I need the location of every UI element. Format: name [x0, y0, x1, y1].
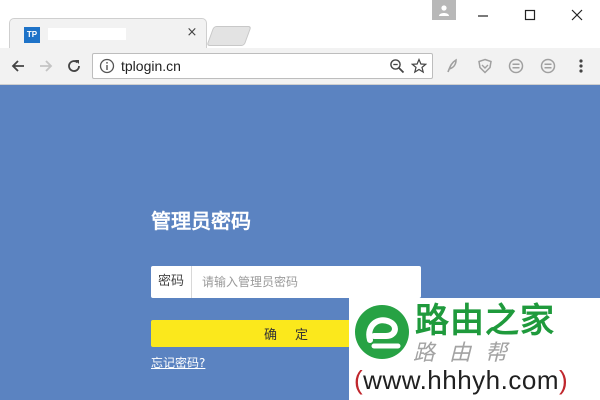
- back-button[interactable]: [8, 56, 28, 76]
- page-title: 管理员密码: [151, 209, 251, 233]
- extension-icon-1[interactable]: [507, 57, 525, 75]
- forward-button[interactable]: [36, 56, 56, 76]
- watermark-paren-open: (: [354, 365, 364, 395]
- new-tab-button[interactable]: [206, 26, 252, 46]
- watermark-sub: 路由帮: [413, 341, 522, 366]
- tab-close-icon[interactable]: ×: [184, 25, 200, 41]
- watermark-brand: 路由之家: [415, 301, 555, 341]
- password-label: 密码: [151, 266, 192, 298]
- maximize-icon: [524, 9, 536, 21]
- reload-button[interactable]: [64, 56, 84, 76]
- minimize-button[interactable]: [460, 0, 506, 30]
- close-icon: [571, 9, 583, 21]
- feather-extension-icon[interactable]: [443, 57, 461, 75]
- watermark-url: (www.hhhyh.com): [354, 364, 568, 396]
- minimize-icon: [478, 15, 488, 17]
- back-arrow-icon: [11, 60, 24, 72]
- forward-arrow-icon: [40, 60, 53, 72]
- profile-icon[interactable]: [432, 0, 456, 20]
- watermark-url-text: www.hhhyh.com: [363, 365, 559, 395]
- tab-strip: TP ×: [0, 0, 600, 48]
- maximize-button[interactable]: [507, 0, 553, 30]
- browser-toolbar: tplogin.cn: [0, 48, 600, 85]
- reload-icon: [68, 60, 80, 72]
- watermark: 路由之家 路由帮 (www.hhhyh.com): [349, 298, 600, 400]
- extension-icon-2[interactable]: [539, 57, 557, 75]
- zoom-icon[interactable]: [389, 58, 405, 74]
- tp-favicon-icon: TP: [24, 27, 40, 43]
- watermark-paren-close: ): [558, 365, 569, 395]
- menu-icon[interactable]: [572, 57, 590, 75]
- tab-title: [48, 28, 126, 40]
- password-input[interactable]: [192, 266, 421, 298]
- info-icon[interactable]: [99, 58, 115, 74]
- browser-tab[interactable]: TP ×: [9, 18, 207, 48]
- address-bar[interactable]: tplogin.cn: [92, 53, 433, 79]
- close-window-button[interactable]: [554, 0, 600, 30]
- watermark-logo-icon: [355, 305, 409, 359]
- shield-extension-icon[interactable]: [476, 57, 494, 75]
- url-text[interactable]: tplogin.cn: [121, 58, 181, 75]
- star-icon[interactable]: [411, 58, 427, 74]
- forgot-password-link[interactable]: 忘记密码?: [151, 354, 205, 371]
- password-field: 密码: [151, 266, 421, 298]
